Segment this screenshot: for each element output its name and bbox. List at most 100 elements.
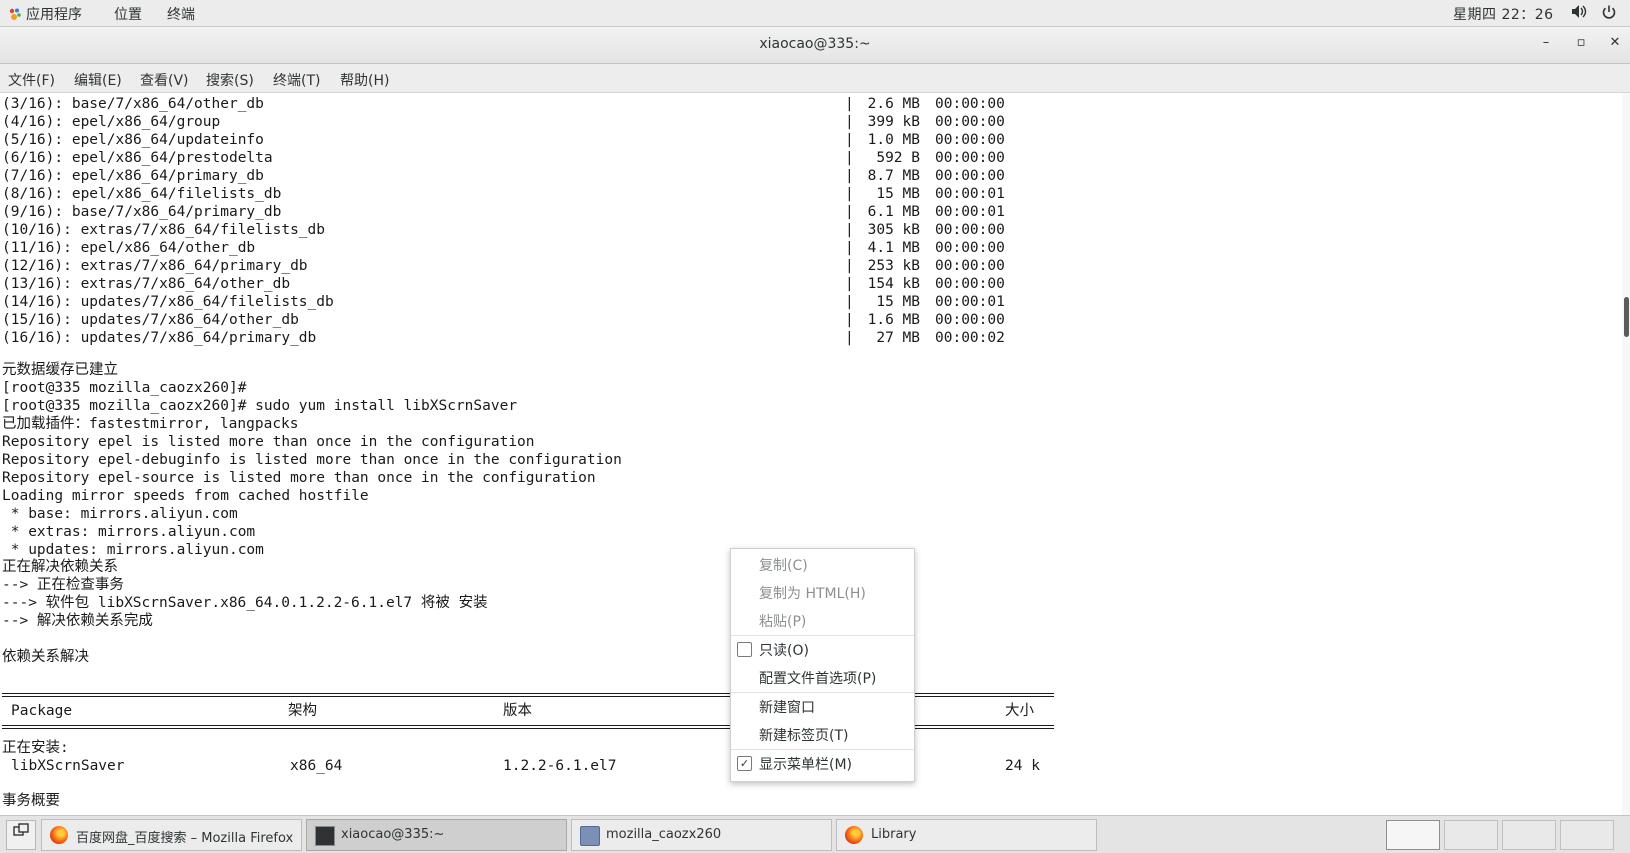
power-icon[interactable] [1601,4,1617,24]
repo-name: (13/16): extras/7/x86_64/other_db [2,276,291,292]
column-separator: | [845,114,854,130]
menu-item-read-only[interactable]: 只读(O) [731,636,914,662]
checkbox-icon[interactable]: ✓ [737,756,752,771]
repo-time: 00:00:00 [935,150,1005,166]
col-header-package: Package [11,703,73,719]
terminal-line: * base: mirrors.aliyun.com [2,506,238,522]
repo-row: (5/16): epel/x86_64/updateinfo | 1.0 MB 00:… [0,131,1100,149]
repo-name: (12/16): extras/7/x86_64/primary_db [2,258,308,274]
places-menu[interactable]: 位置 [114,4,142,24]
workspace-1[interactable] [1386,820,1440,850]
task-label: Library [871,827,917,842]
menu-edit[interactable]: 编辑(E) [74,70,122,90]
repo-size: 15 MB [876,186,920,202]
scrollbar[interactable] [1622,93,1630,815]
workspace-3[interactable] [1502,820,1556,850]
repo-row: (6/16): epel/x86_64/prestodelta | 592 B 00:… [0,149,1100,167]
maximize-button[interactable]: ▫ [1571,35,1591,55]
repo-row: (13/16): extras/7/x86_64/other_db | 154 kB… [0,275,1100,293]
column-separator: | [845,186,854,202]
repo-size: 154 kB [867,276,920,292]
repo-time: 00:00:00 [935,276,1005,292]
menu-item-profile-preferences[interactable]: 配置文件首选项(P) [731,664,914,690]
menu-file[interactable]: 文件(F) [8,70,55,90]
terminal-icon [315,826,335,846]
minimize-button[interactable]: – [1536,35,1556,55]
repo-time: 00:00:00 [935,96,1005,112]
column-separator: | [845,150,854,166]
repo-time: 00:00:01 [935,204,1005,220]
repo-time: 00:00:00 [935,312,1005,328]
task-label: mozilla_caozx260 [606,827,722,842]
volume-icon[interactable] [1571,4,1587,23]
repo-name: (4/16): epel/x86_64/group [2,114,221,130]
repo-row: (7/16): epel/x86_64/primary_db | 8.7 MB 00:… [0,167,1100,185]
workspace-2[interactable] [1444,820,1498,850]
terminal-line: Repository epel-source is listed more th… [2,470,596,486]
menu-item-new-tab[interactable]: 新建标签页(T) [731,721,914,747]
top-panel: 应用程序 位置 终端 星期四 22：26 [0,0,1630,27]
applications-label: 应用程序 [26,7,82,23]
checkbox-icon[interactable] [737,642,752,657]
repo-name: (8/16): epel/x86_64/filelists_db [2,186,282,202]
scrollbar-thumb[interactable] [1624,297,1629,337]
terminal-line: [root@335 mozilla_caozx260]# [2,380,247,396]
clock[interactable]: 星期四 22：26 [1453,4,1554,24]
window-titlebar[interactable]: xiaocao@335:~ – ▫ ✕ [0,27,1630,64]
task-terminal[interactable]: xiaocao@335:~ [306,819,567,851]
menu-item-copy[interactable]: 复制(C) [731,551,914,577]
close-button[interactable]: ✕ [1605,35,1625,55]
menu-item-label: 复制(C) [759,558,808,574]
table-cell-arch: x86_64 [290,758,343,774]
task-label: xiaocao@335:~ [341,827,445,842]
repo-name: (9/16): base/7/x86_64/primary_db [2,204,282,220]
menu-item-copy-html[interactable]: 复制为 HTML(H) [731,579,914,605]
repo-time: 00:00:00 [935,168,1005,184]
menu-help[interactable]: 帮助(H) [340,70,389,90]
gnome-foot-icon [9,8,21,20]
column-separator: | [845,168,854,184]
terminal-line: --> 正在检查事务 [2,577,124,593]
repo-time: 00:00:00 [935,132,1005,148]
repo-size: 6.1 MB [867,204,920,220]
firefox-icon [50,826,68,844]
repo-row: (9/16): base/7/x86_64/primary_db | 6.1 MB 0… [0,203,1100,221]
menu-view[interactable]: 查看(V) [140,70,189,90]
column-separator: | [845,276,854,292]
task-firefox-baidu[interactable]: 百度网盘_百度搜索 – Mozilla Firefox [41,819,302,851]
workspace-4[interactable] [1560,820,1614,850]
terminal-line: Repository epel-debuginfo is listed more… [2,452,622,468]
repo-time: 00:00:00 [935,240,1005,256]
taskbar: 百度网盘_百度搜索 – Mozilla Firefox xiaocao@335:… [0,815,1630,853]
menu-item-new-window[interactable]: 新建窗口 [731,693,914,719]
menu-terminal[interactable]: 终端(T) [273,70,320,90]
menu-search[interactable]: 搜索(S) [206,70,254,90]
repo-row: (16/16): updates/7/x86_64/primary_db | 27 … [0,329,1100,347]
terminal-line: 正在解决依赖关系 [2,559,118,575]
terminal-line: ---> 软件包 libXScrnSaver.x86_64.0.1.2.2-6.… [2,595,488,611]
terminal-line: [root@335 mozilla_caozx260]# sudo yum in… [2,398,518,414]
show-desktop-button[interactable] [6,820,36,850]
menu-item-paste[interactable]: 粘贴(P) [731,607,914,633]
col-header-version: 版本 [503,703,532,719]
column-separator: | [845,312,854,328]
menu-item-label: 只读(O) [759,643,809,659]
transaction-summary: 事务概要 [2,793,60,809]
col-header-size: 大小 [1005,703,1034,719]
menu-item-label: 配置文件首选项(P) [759,671,877,687]
applications-menu[interactable]: 应用程序 [8,4,82,24]
col-header-arch: 架构 [288,703,317,719]
terminal-line: --> 解决依赖关系完成 [2,613,153,629]
repo-name: (15/16): updates/7/x86_64/other_db [2,312,299,328]
terminal-app-menu[interactable]: 终端 [167,4,195,24]
repo-size: 305 kB [867,222,920,238]
task-library[interactable]: Library [836,819,1097,851]
terminal-line: 元数据缓存已建立 [2,362,118,378]
task-file-manager[interactable]: mozilla_caozx260 [571,819,832,851]
repo-size: 1.6 MB [867,312,920,328]
menu-item-show-menubar[interactable]: ✓ 显示菜单栏(M) [731,750,914,776]
repo-name: (7/16): epel/x86_64/primary_db [2,168,264,184]
menu-item-label: 复制为 HTML(H) [759,586,866,602]
table-cell-size: 24 k [1005,758,1040,774]
column-separator: | [845,222,854,238]
